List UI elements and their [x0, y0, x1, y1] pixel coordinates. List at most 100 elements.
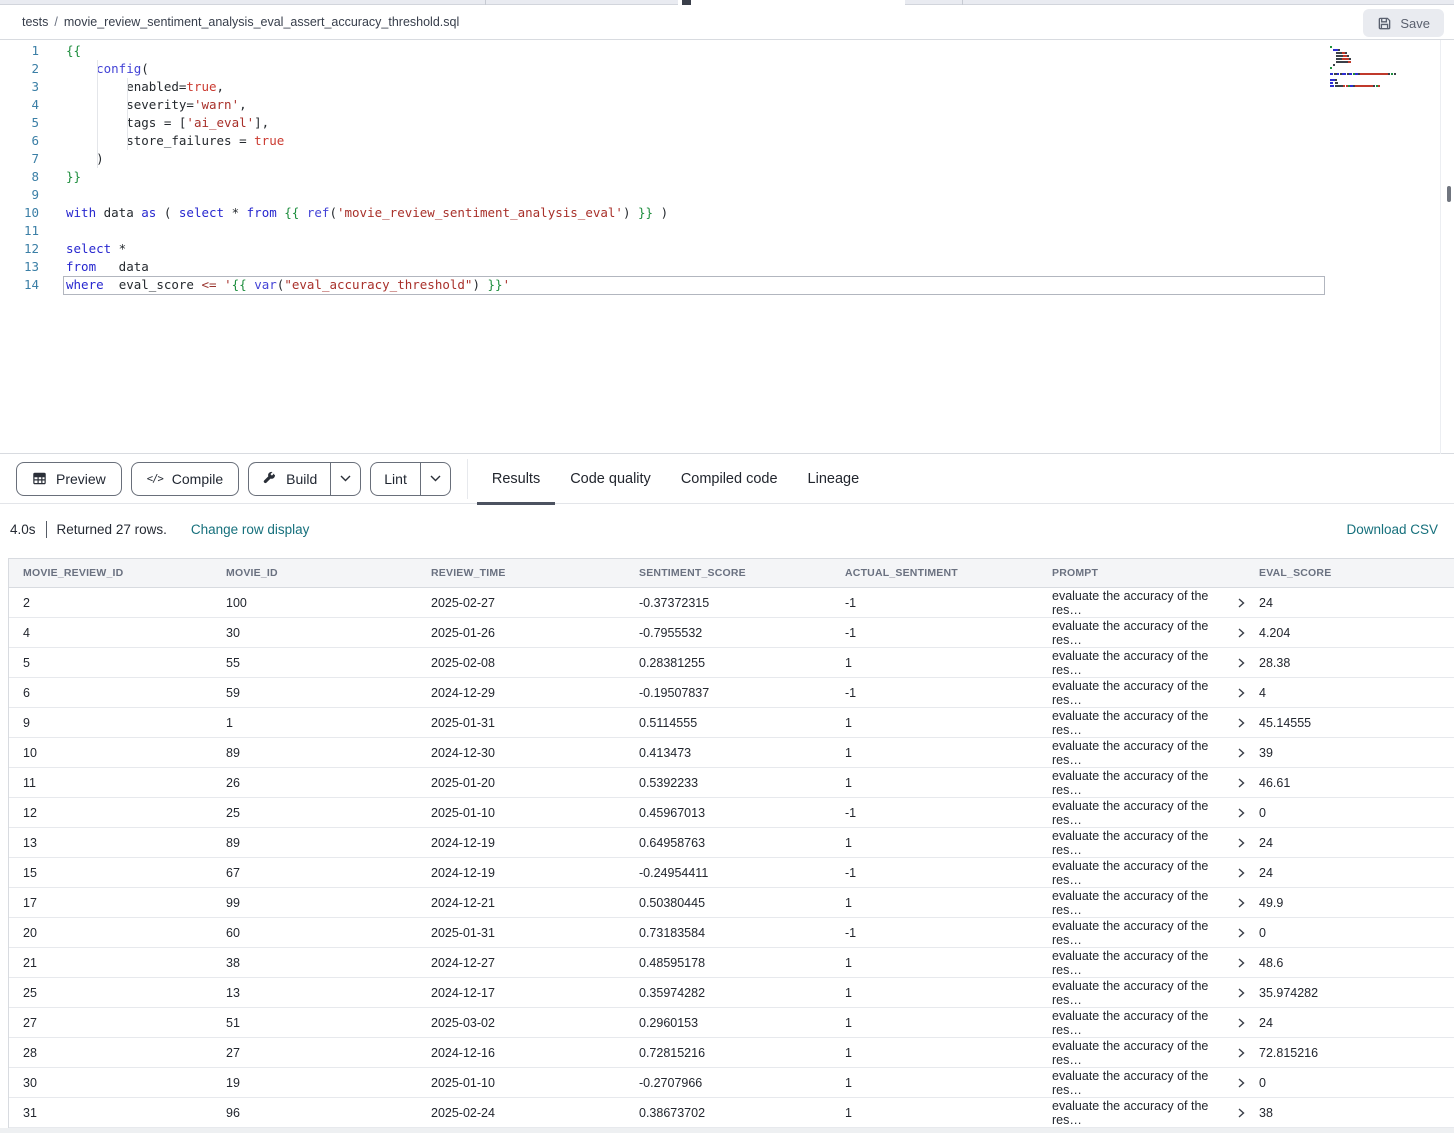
column-header-actual_sentiment: ACTUAL_SENTIMENT	[831, 559, 1038, 588]
code-text	[39, 222, 66, 240]
change-row-display-link[interactable]: Change row display	[191, 522, 310, 537]
expand-prompt-icon[interactable]	[1238, 988, 1245, 998]
expand-prompt-icon[interactable]	[1238, 778, 1245, 788]
tab-code-quality[interactable]: Code quality	[555, 454, 666, 504]
code-line[interactable]: 13from data	[0, 258, 1454, 276]
expand-prompt-icon[interactable]	[1238, 1078, 1245, 1088]
column-header-prompt: PROMPT	[1038, 559, 1245, 588]
cell: 0.35974282	[625, 978, 831, 1008]
save-icon	[1377, 16, 1392, 31]
cell: 2024-12-19	[417, 828, 625, 858]
code-line[interactable]: 14where eval_score <= '{{ var("eval_accu…	[0, 276, 1454, 294]
cell: 19	[212, 1068, 417, 1098]
column-header-review_time: REVIEW_TIME	[417, 559, 625, 588]
cell: 30	[212, 618, 417, 648]
cell: 13	[9, 828, 212, 858]
cell: 9	[9, 708, 212, 738]
table-row: 20602025-01-310.73183584-1evaluate the a…	[9, 918, 1454, 948]
line-number: 11	[0, 222, 39, 240]
build-button[interactable]: Build	[248, 462, 330, 496]
cell-eval-score: 0	[1245, 918, 1454, 948]
expand-prompt-icon[interactable]	[1238, 928, 1245, 938]
expand-prompt-icon[interactable]	[1238, 958, 1245, 968]
expand-prompt-icon[interactable]	[1238, 868, 1245, 878]
download-csv-link[interactable]: Download CSV	[1346, 522, 1444, 537]
line-number: 2	[0, 60, 39, 78]
cell: 89	[212, 828, 417, 858]
table-grid-icon	[32, 471, 47, 486]
minimap-line	[1330, 58, 1438, 60]
line-number: 5	[0, 114, 39, 132]
code-line[interactable]: 12select *	[0, 240, 1454, 258]
code-line[interactable]: 10with data as ( select * from {{ ref('m…	[0, 204, 1454, 222]
cell: 15	[9, 858, 212, 888]
cell: 2025-01-20	[417, 768, 625, 798]
expand-prompt-icon[interactable]	[1238, 688, 1245, 698]
bottom-scroll-strip[interactable]	[0, 1128, 1454, 1133]
editor-scrollbar[interactable]	[1447, 186, 1451, 202]
prompt-text: evaluate the accuracy of the res…	[1052, 919, 1231, 947]
code-line[interactable]: 6 store_failures = true	[0, 132, 1454, 150]
expand-prompt-icon[interactable]	[1238, 628, 1245, 638]
cell: 0.72815216	[625, 1038, 831, 1068]
expand-prompt-icon[interactable]	[1238, 718, 1245, 728]
tab-lineage[interactable]: Lineage	[793, 454, 875, 504]
cell: 0.64958763	[625, 828, 831, 858]
expand-prompt-icon[interactable]	[1238, 898, 1245, 908]
prompt-cell: evaluate the accuracy of the res…	[1038, 828, 1245, 858]
code-line[interactable]: 2 config(	[0, 60, 1454, 78]
preview-button[interactable]: Preview	[16, 462, 122, 496]
build-dropdown-button[interactable]	[330, 462, 361, 496]
result-tabs: ResultsCode qualityCompiled codeLineage	[477, 454, 874, 504]
prompt-cell: evaluate the accuracy of the res…	[1038, 738, 1245, 768]
code-line[interactable]: 4 severity='warn',	[0, 96, 1454, 114]
code-line[interactable]: 8}}	[0, 168, 1454, 186]
results-table-container: MOVIE_REVIEW_IDMOVIE_IDREVIEW_TIMESENTIM…	[8, 558, 1454, 1128]
code-line[interactable]: 1{{	[0, 42, 1454, 60]
lint-label: Lint	[384, 471, 407, 487]
prompt-cell: evaluate the accuracy of the res…	[1038, 888, 1245, 918]
results-table: MOVIE_REVIEW_IDMOVIE_IDREVIEW_TIMESENTIM…	[9, 558, 1454, 1128]
compile-button[interactable]: </> Compile	[131, 462, 239, 496]
expand-prompt-icon[interactable]	[1238, 598, 1245, 608]
code-line[interactable]: 3 enabled=true,	[0, 78, 1454, 96]
minimap-divider	[1440, 40, 1441, 454]
table-row: 27512025-03-020.29601531evaluate the acc…	[9, 1008, 1454, 1038]
table-row: 13892024-12-190.649587631evaluate the ac…	[9, 828, 1454, 858]
expand-prompt-icon[interactable]	[1238, 808, 1245, 818]
cell: 0.5114555	[625, 708, 831, 738]
code-editor[interactable]: 1{{2 config(3 enabled=true,4 severity='w…	[0, 40, 1454, 454]
prompt-text: evaluate the accuracy of the res…	[1052, 1039, 1231, 1067]
prompt-cell: evaluate the accuracy of the res…	[1038, 768, 1245, 798]
prompt-text: evaluate the accuracy of the res…	[1052, 589, 1231, 617]
code-line[interactable]: 5 tags = ['ai_eval'],	[0, 114, 1454, 132]
expand-prompt-icon[interactable]	[1238, 658, 1245, 668]
code-line[interactable]: 7 )	[0, 150, 1454, 168]
save-button[interactable]: Save	[1363, 9, 1444, 37]
breadcrumb: tests / movie_review_sentiment_analysis_…	[22, 15, 459, 29]
prompt-cell: evaluate the accuracy of the res…	[1038, 588, 1245, 618]
breadcrumb-folder[interactable]: tests	[22, 15, 48, 29]
tab-results[interactable]: Results	[477, 454, 555, 504]
code-lines: 1{{2 config(3 enabled=true,4 severity='w…	[0, 42, 1454, 294]
cell: 21	[9, 948, 212, 978]
expand-prompt-icon[interactable]	[1238, 838, 1245, 848]
cell: 55	[212, 648, 417, 678]
minimap[interactable]	[1330, 46, 1438, 88]
table-row: 21002025-02-27-0.37372315-1evaluate the …	[9, 588, 1454, 618]
tab-compiled-code[interactable]: Compiled code	[666, 454, 793, 504]
cell: 2024-12-29	[417, 678, 625, 708]
code-line[interactable]: 9	[0, 186, 1454, 204]
chevron-down-icon	[430, 475, 441, 482]
expand-prompt-icon[interactable]	[1238, 1018, 1245, 1028]
cell: 2024-12-17	[417, 978, 625, 1008]
cell-eval-score: 72.815216	[1245, 1038, 1454, 1068]
lint-button[interactable]: Lint	[370, 462, 420, 496]
expand-prompt-icon[interactable]	[1238, 1108, 1245, 1118]
expand-prompt-icon[interactable]	[1238, 748, 1245, 758]
lint-dropdown-button[interactable]	[420, 462, 451, 496]
code-line[interactable]: 11	[0, 222, 1454, 240]
expand-prompt-icon[interactable]	[1238, 1048, 1245, 1058]
prompt-text: evaluate the accuracy of the res…	[1052, 1099, 1231, 1127]
prompt-text: evaluate the accuracy of the res…	[1052, 859, 1231, 887]
